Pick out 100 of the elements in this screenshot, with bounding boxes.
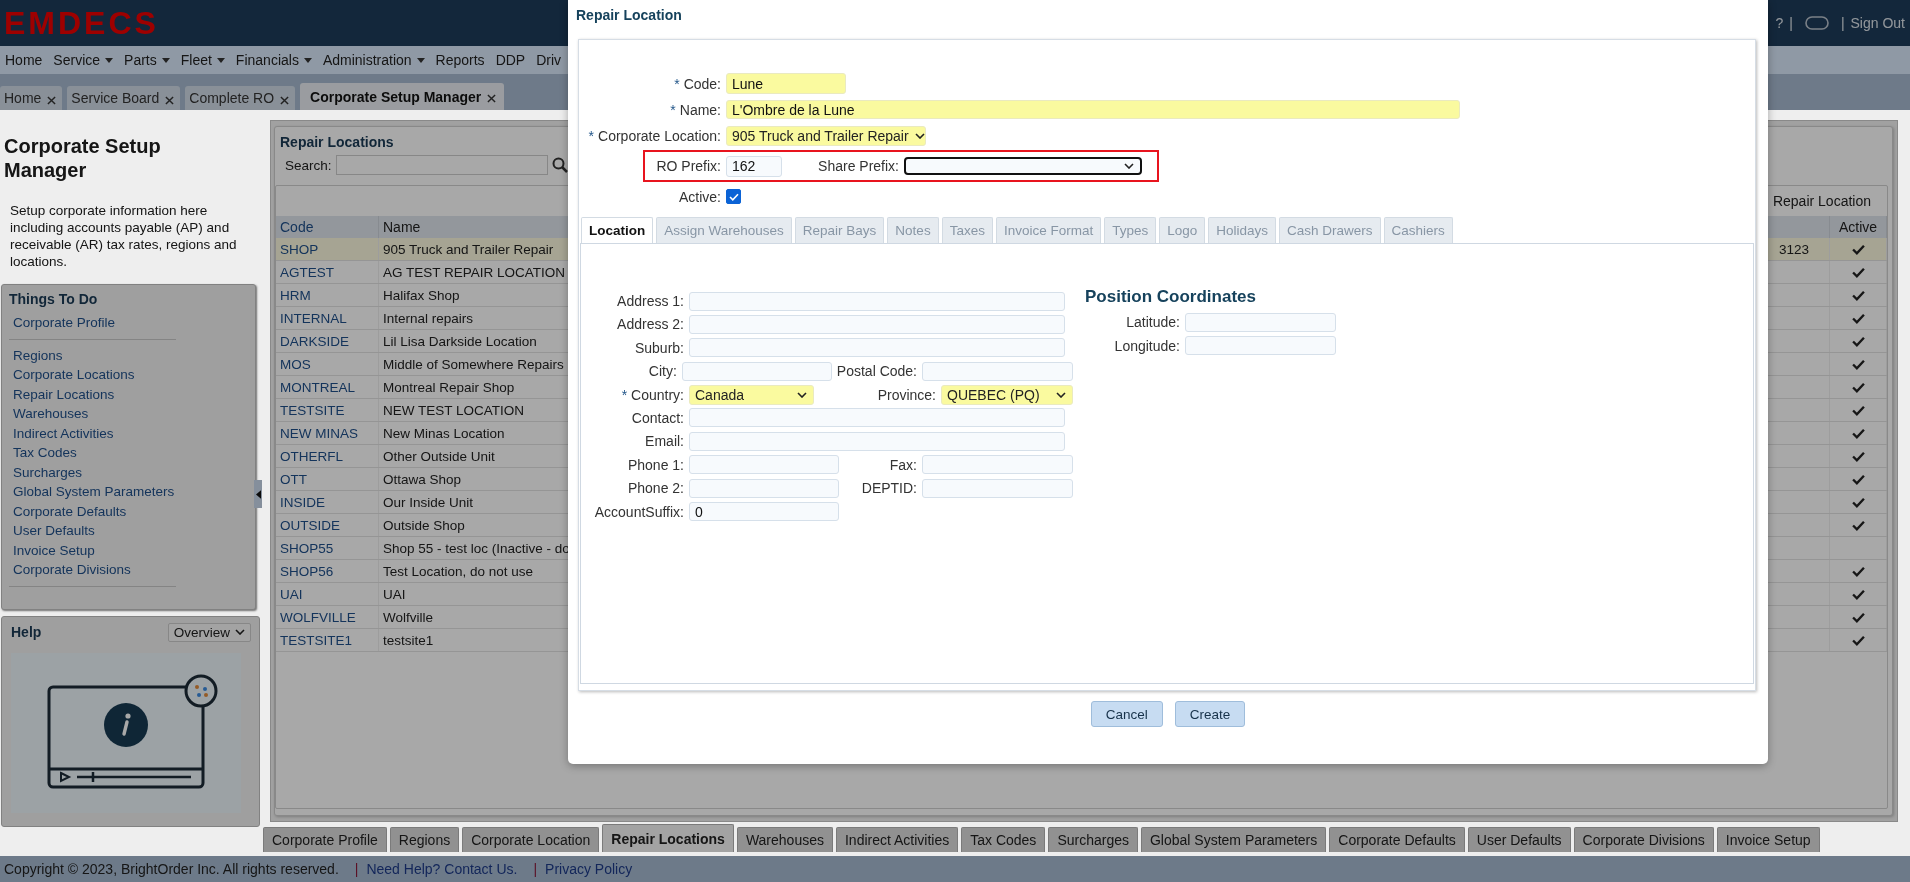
input-field[interactable]: [1185, 336, 1336, 356]
code-cell: NEW MINAS: [280, 425, 358, 441]
bottom-tab[interactable]: Surcharges: [1048, 827, 1138, 852]
share-prefix-dropdown[interactable]: [904, 157, 1142, 175]
menu-item[interactable]: Parts: [124, 52, 170, 68]
bottom-tab[interactable]: Indirect Activities: [835, 827, 959, 852]
bottom-tab[interactable]: Corporate Profile: [263, 827, 387, 852]
dropdown-field[interactable]: Canada: [689, 384, 814, 405]
bottom-tab[interactable]: Global System Parameters: [1140, 827, 1327, 852]
input-field[interactable]: [1185, 312, 1336, 332]
name-cell: Other Outside Unit: [383, 448, 495, 464]
menu-item[interactable]: Financials: [235, 52, 312, 68]
page-tab[interactable]: Home: [0, 86, 63, 110]
bottom-tab[interactable]: Invoice Setup: [1716, 827, 1820, 852]
menu-item[interactable]: Driv: [536, 52, 562, 68]
bottom-tab[interactable]: Corporate Defaults: [1329, 827, 1465, 852]
bottom-tab[interactable]: Corporate Location: [462, 827, 600, 852]
column-header[interactable]: Active: [1829, 216, 1887, 238]
sidebar-link[interactable]: Surcharges: [13, 462, 176, 482]
menu-item[interactable]: DDP: [495, 52, 526, 68]
page-tab[interactable]: Complete RO: [185, 86, 296, 110]
column-header[interactable]: Code: [276, 216, 379, 238]
bottom-tab[interactable]: User Defaults: [1467, 827, 1571, 852]
active-checkbox[interactable]: [726, 189, 741, 204]
menu-item[interactable]: Reports: [435, 52, 485, 68]
name-cell: AG TEST REPAIR LOCATION: [383, 264, 566, 280]
bottom-tab[interactable]: Corporate Divisions: [1573, 827, 1714, 852]
sidebar-link[interactable]: Regions: [13, 345, 176, 365]
code-cell: DARKSIDE: [280, 333, 350, 349]
footer-link[interactable]: Privacy Policy: [545, 861, 633, 877]
add-link[interactable]: Repair Location: [1772, 193, 1871, 209]
input-field[interactable]: [681, 361, 832, 381]
bottom-tab[interactable]: Regions: [389, 827, 460, 852]
code-cell: HRM: [280, 287, 311, 303]
sidebar-link[interactable]: Global System Parameters: [13, 482, 176, 502]
sidebar-link[interactable]: Corporate Locations: [13, 365, 176, 385]
ro-prefix-field[interactable]: 162: [726, 155, 782, 177]
input-field[interactable]: [922, 478, 1073, 498]
collapse-handle[interactable]: [254, 480, 262, 508]
input-field[interactable]: [689, 408, 1065, 428]
field-label: * Name:: [669, 101, 721, 118]
close-icon[interactable]: [165, 95, 175, 105]
sidebar-link[interactable]: Indirect Activities: [13, 423, 176, 443]
input-field[interactable]: 0: [689, 502, 839, 521]
sidebar-link[interactable]: Corporate Defaults: [13, 501, 176, 521]
code-field[interactable]: Lune: [726, 73, 846, 94]
sidebar-link[interactable]: Invoice Setup: [13, 540, 176, 560]
name-cell: 905 Truck and Trailer Repair: [383, 241, 554, 257]
close-icon[interactable]: [280, 95, 290, 105]
dropdown-field[interactable]: QUEBEC (PQ): [941, 384, 1073, 405]
bottom-tab[interactable]: Repair Locations: [602, 824, 734, 852]
search-icon[interactable]: [551, 157, 568, 173]
code-cell: INSIDE: [280, 494, 325, 510]
input-field[interactable]: [689, 455, 839, 475]
section-title: Position Coordinates: [1085, 287, 1257, 308]
chat-bubble-icon[interactable]: [1804, 16, 1829, 30]
bottom-tab[interactable]: Warehouses: [736, 827, 833, 852]
overview-dropdown[interactable]: Overview: [167, 622, 251, 642]
sidebar-link[interactable]: Tax Codes: [13, 443, 176, 463]
sidebar-link[interactable]: User Defaults: [13, 521, 176, 541]
input-field[interactable]: [689, 431, 1065, 451]
chevron-down-icon: [1056, 391, 1066, 398]
form-tab[interactable]: Location: [581, 217, 654, 243]
close-icon[interactable]: [47, 95, 57, 105]
page-tab[interactable]: Corporate Setup Manager: [300, 83, 505, 110]
sidebar-link[interactable]: Corporate Profile: [13, 313, 176, 333]
name-cell: Middle of Somewhere Repairs: [383, 356, 564, 372]
menu-item[interactable]: Service: [53, 52, 114, 68]
menu-item[interactable]: Administration: [322, 52, 425, 68]
page-tab[interactable]: Service Board: [67, 86, 181, 110]
name-field[interactable]: L'Ombre de la Lune: [726, 100, 1460, 119]
input-field[interactable]: [689, 338, 1065, 358]
corporate-location-dropdown[interactable]: 905 Truck and Trailer Repair: [726, 125, 926, 146]
code-cell: AGTEST: [280, 264, 334, 280]
sidebar-link[interactable]: Repair Locations: [13, 384, 176, 404]
chevron-down-icon: [235, 629, 245, 635]
field-label: Latitude:: [1125, 314, 1180, 331]
field-label: Share Prefix:: [817, 158, 899, 174]
input-field[interactable]: [689, 314, 1065, 334]
input-field[interactable]: [689, 478, 839, 498]
cancel-button[interactable]: Cancel: [1090, 701, 1163, 727]
sign-out-link[interactable]: Sign Out: [1850, 15, 1905, 31]
field-label: RO Prefix:: [655, 158, 721, 174]
close-icon[interactable]: [487, 94, 497, 103]
sidebar-link[interactable]: Warehouses: [13, 404, 176, 424]
help-text[interactable]: ?: [1775, 15, 1784, 31]
copyright-text: Copyright © 2023, BrightOrder Inc. All rights reserved.: [4, 861, 339, 877]
sidebar-link[interactable]: Corporate Divisions: [13, 560, 176, 580]
input-field[interactable]: [922, 361, 1073, 381]
bottom-tab[interactable]: Tax Codes: [961, 827, 1046, 852]
create-button[interactable]: Create: [1174, 701, 1246, 727]
search-field[interactable]: [335, 155, 548, 175]
footer-link[interactable]: Need Help? Contact Us.: [366, 861, 518, 877]
field-label: Phone 2:: [626, 480, 684, 497]
separator-text: |: [354, 861, 359, 877]
menu-item[interactable]: Fleet: [180, 52, 225, 68]
menu-item[interactable]: Home: [5, 52, 43, 68]
input-field[interactable]: [922, 455, 1073, 475]
input-field[interactable]: [689, 291, 1065, 311]
sidebar-title: Corporate Setup Manager: [4, 134, 162, 182]
